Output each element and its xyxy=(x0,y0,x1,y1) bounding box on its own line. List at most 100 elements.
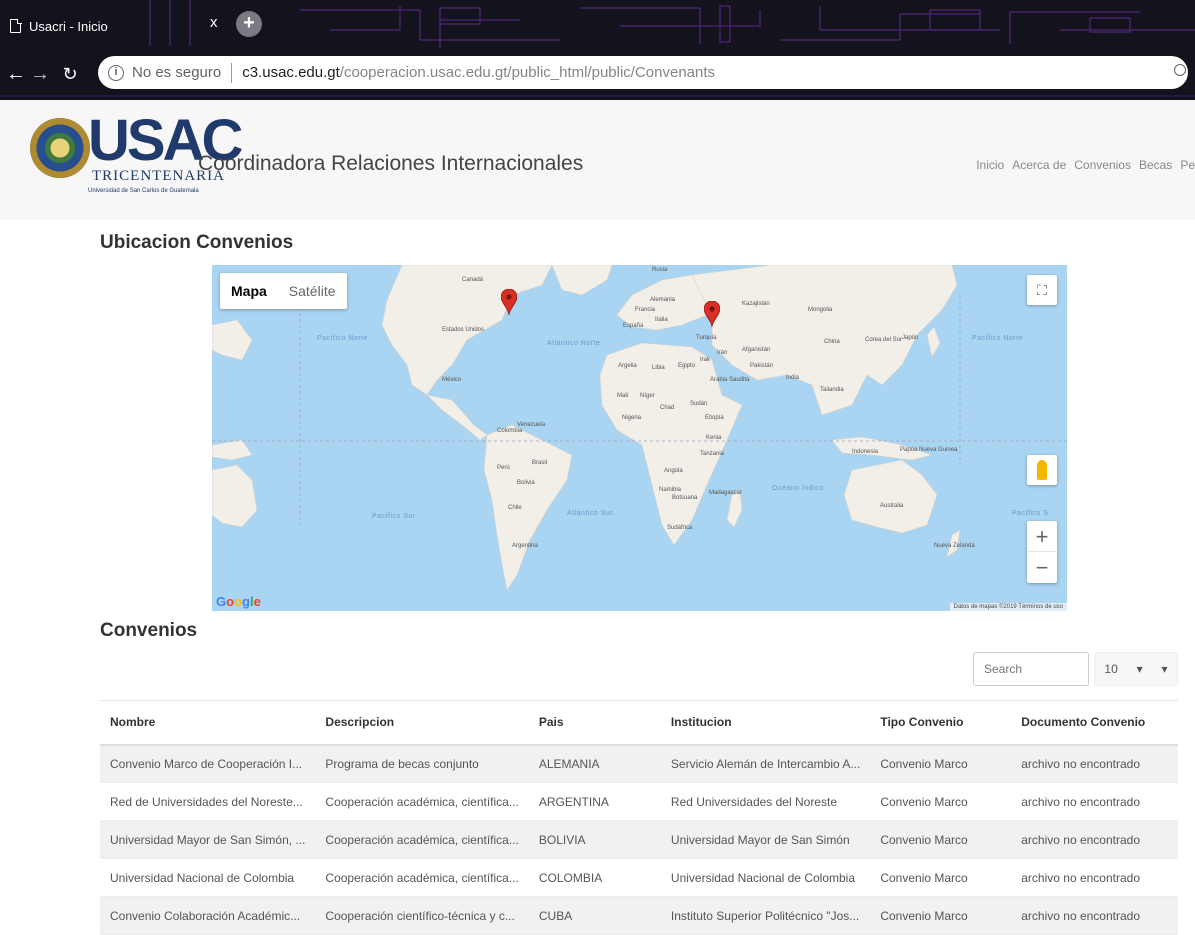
logo-university-name: Universidad de San Carlos de Guatemala xyxy=(88,188,199,194)
country-label: Angola xyxy=(664,468,683,474)
map-type-map-button[interactable]: Mapa xyxy=(220,273,278,309)
country-label: Corea del Sur xyxy=(865,337,903,343)
table-row[interactable]: Convenio Colaboración Académic... Cooper… xyxy=(100,896,1178,935)
country-label: Kazajistán xyxy=(742,301,770,307)
country-label: Níger xyxy=(640,393,655,399)
map-section-title: Ubicacion Convenios xyxy=(100,232,294,253)
zoom-icon[interactable] xyxy=(1174,64,1186,76)
nav-inicio[interactable]: Inicio xyxy=(976,158,1004,172)
zoom-control: + − xyxy=(1027,521,1057,583)
cell-documento[interactable]: archivo no encontrado xyxy=(1011,744,1178,783)
country-label: Mongolia xyxy=(808,307,833,313)
column-header-tipo-convenio[interactable]: Tipo Convenio xyxy=(870,700,1012,746)
nav-convenios[interactable]: Convenios xyxy=(1074,158,1131,172)
cell-descripcion: Cooperación académica, científica... xyxy=(315,820,529,859)
cell-documento[interactable]: archivo no encontrado xyxy=(1011,858,1178,897)
zoom-in-button[interactable]: + xyxy=(1027,521,1057,552)
page-size-select[interactable]: 10 ▾ ▾ xyxy=(1094,652,1178,686)
column-header-institucion[interactable]: Institucion xyxy=(660,700,871,746)
cell-tipo-convenio: Convenio Marco xyxy=(870,896,1012,935)
cell-pais: ARGENTINA xyxy=(528,782,661,821)
caret-down-icon: ▾ xyxy=(1136,662,1143,676)
cell-nombre: Convenio Colaboración Académic... xyxy=(100,896,316,935)
country-label: Italia xyxy=(655,317,668,323)
info-icon[interactable]: i xyxy=(108,64,124,81)
reload-icon[interactable]: ↻ xyxy=(58,64,82,85)
cell-institucion: Universidad Mayor de San Simón xyxy=(660,820,871,859)
country-label: España xyxy=(623,323,644,329)
country-label: Nigeria xyxy=(622,415,642,421)
column-header-nombre[interactable]: Nombre xyxy=(100,700,316,746)
ocean-label-pacific-south: Pacífico Sur xyxy=(372,513,416,520)
map-land xyxy=(212,265,1067,591)
country-label: Malí xyxy=(617,393,629,399)
search-input[interactable] xyxy=(973,652,1089,686)
ocean-label-atlantic-south: Atlántico Sur xyxy=(567,510,614,517)
nav-becas[interactable]: Becas xyxy=(1139,158,1172,172)
forward-icon[interactable]: → xyxy=(28,63,52,86)
map-marker-icon[interactable] xyxy=(501,289,517,315)
nav-acerca-de[interactable]: Acerca de xyxy=(1012,158,1066,172)
cell-nombre: Universidad Mayor de San Simón, ... xyxy=(100,820,316,859)
cell-tipo-convenio: Convenio Marco xyxy=(870,782,1012,821)
cell-descripcion: Cooperación académica, científica... xyxy=(315,858,529,897)
cell-documento[interactable]: archivo no encontrado xyxy=(1011,896,1178,935)
table-row[interactable]: Red de Universidades del Noreste... Coop… xyxy=(100,782,1178,821)
table-row[interactable]: Universidad Mayor de San Simón, ... Coop… xyxy=(100,820,1178,859)
column-header-descripcion[interactable]: Descripcion xyxy=(315,700,529,746)
tab-close-icon[interactable]: x xyxy=(210,14,218,31)
google-logo[interactable]: Google xyxy=(216,594,261,609)
cell-institucion: Red Universidades del Noreste xyxy=(660,782,871,821)
zoom-out-button[interactable]: − xyxy=(1027,552,1057,583)
world-map[interactable]: Pacífico Norte Atlántico Norte Pacífico … xyxy=(212,265,1067,611)
map-marker-icon[interactable] xyxy=(704,301,720,327)
page-size-value: 10 xyxy=(1104,662,1118,676)
cell-nombre: Red de Universidades del Noreste... xyxy=(100,782,316,821)
country-label: Chile xyxy=(508,505,522,511)
country-label: Perú xyxy=(497,465,510,471)
convenios-table: Nombre Descripcion Pais Institucion Tipo… xyxy=(100,700,1178,935)
cell-nombre: Universidad Nacional de Colombia xyxy=(100,858,316,897)
column-header-documento-convenio[interactable]: Documento Convenio xyxy=(1011,700,1178,746)
browser-chrome: Usacri - Inicio x + ← → ↻ i No es seguro… xyxy=(0,0,1195,100)
table-row[interactable]: Convenio Marco de Cooperación I... Progr… xyxy=(100,744,1178,783)
cell-tipo-convenio: Convenio Marco xyxy=(870,858,1012,897)
map-credits[interactable]: Datos de mapas ©2019 Términos de uso xyxy=(949,603,1067,611)
usac-logo[interactable]: USAC TRICENTENARIA Universidad de San Ca… xyxy=(30,112,243,210)
country-label: Tailandia xyxy=(820,387,844,393)
table-row[interactable]: Universidad Nacional de Colombia Coopera… xyxy=(100,858,1178,897)
cell-pais: COLOMBIA xyxy=(528,858,661,897)
address-bar[interactable]: i No es seguro c3.usac.edu.gt /cooperaci… xyxy=(98,56,1188,89)
column-header-pais[interactable]: Pais xyxy=(528,700,661,746)
country-label: Kenia xyxy=(706,435,722,441)
back-icon[interactable]: ← xyxy=(4,63,28,86)
url-path: /cooperacion.usac.edu.gt/public_html/pub… xyxy=(339,64,716,81)
page-icon xyxy=(10,18,22,33)
main-nav: Inicio Acerca de Convenios Becas Pe xyxy=(976,158,1195,172)
cell-institucion: Servicio Alemán de Intercambio A... xyxy=(660,744,871,783)
street-view-pegman-icon[interactable] xyxy=(1027,455,1057,485)
country-label: Brasil xyxy=(532,460,548,466)
country-label: Arabia Saudita xyxy=(710,377,750,383)
cell-institucion: Universidad Nacional de Colombia xyxy=(660,858,871,897)
cell-institucion: Instituto Superior Politécnico "Jos... xyxy=(660,896,871,935)
cell-nombre: Convenio Marco de Cooperación I... xyxy=(100,744,316,783)
country-label: Irán xyxy=(717,350,728,356)
country-label: China xyxy=(824,339,840,345)
country-label: Bolivia xyxy=(517,480,535,486)
country-label: Argentina xyxy=(512,543,538,549)
cell-documento[interactable]: archivo no encontrado xyxy=(1011,820,1178,859)
new-tab-button[interactable]: + xyxy=(236,11,262,37)
ocean-label-indian: Océano Índico xyxy=(772,485,824,492)
nav-truncated[interactable]: Pe xyxy=(1180,158,1195,172)
country-label: Etiopía xyxy=(705,415,724,421)
country-label: Tanzania xyxy=(700,451,725,457)
ocean-label-pacific-north-east: Pacífico Norte xyxy=(972,335,1023,342)
fullscreen-icon[interactable]: ⛶ xyxy=(1027,275,1057,305)
map-type-satellite-button[interactable]: Satélite xyxy=(278,273,347,309)
country-label: México xyxy=(442,377,462,383)
cell-documento[interactable]: archivo no encontrado xyxy=(1011,782,1178,821)
country-label: Chad xyxy=(660,405,675,411)
country-label: Sudáfrica xyxy=(667,525,693,531)
cell-pais: CUBA xyxy=(528,896,661,935)
